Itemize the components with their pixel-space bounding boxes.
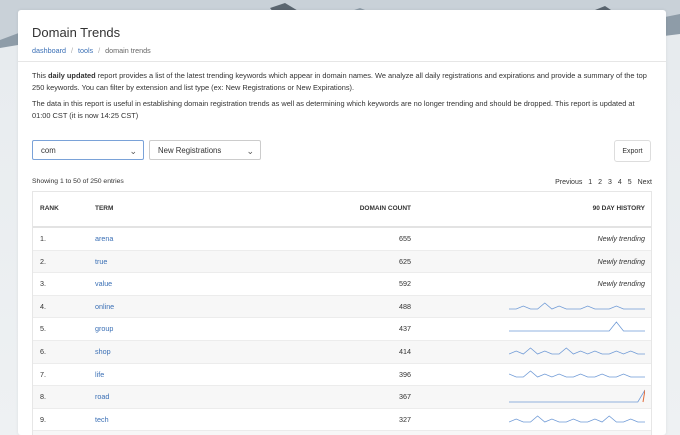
- header-rank[interactable]: RANK: [40, 205, 59, 212]
- domain-count-cell: 488: [399, 301, 411, 311]
- sparkline-path: [509, 302, 645, 310]
- entries-info: Showing 1 to 50 of 250 entries: [32, 178, 124, 185]
- pagination-page-1[interactable]: 1: [588, 179, 592, 186]
- intro-paragraph: This daily updated report provides a lis…: [32, 70, 652, 94]
- table-header: RANK TERM DOMAIN COUNT 90 DAY HISTORY: [33, 192, 651, 228]
- term-link[interactable]: life: [95, 370, 104, 379]
- pagination-page-2[interactable]: 2: [598, 179, 602, 186]
- breadcrumb-separator: /: [98, 46, 101, 55]
- breadcrumb-tools[interactable]: tools: [78, 46, 93, 55]
- chevron-down-icon: ⌄: [246, 146, 254, 156]
- table-row: 7. life 396: [33, 364, 651, 387]
- list-type-value: New Registrations: [158, 146, 222, 155]
- sparkline-path: [509, 370, 645, 378]
- history-sparkline: [509, 321, 645, 332]
- chevron-down-icon: ⌄: [129, 146, 137, 156]
- table-row: 9. tech 327: [33, 409, 651, 432]
- table-row: 8. road 367: [33, 386, 651, 409]
- intro-text: This: [32, 71, 49, 80]
- table-row: 1. arena 655 Newly trending: [33, 228, 651, 251]
- breadcrumb-separator: /: [70, 46, 73, 55]
- rank-cell: 4.: [40, 301, 46, 311]
- term-link[interactable]: value: [95, 279, 112, 288]
- divider: [18, 61, 666, 62]
- history-label: Newly trending: [597, 256, 645, 266]
- intro-text-rest: report provides a list of the latest tre…: [32, 71, 647, 92]
- rank-cell: 5.: [40, 324, 46, 334]
- table-row: 4. online 488: [33, 295, 651, 319]
- table-row: 3. value 592 Newly trending: [33, 273, 651, 296]
- term-link[interactable]: group: [95, 324, 113, 333]
- domain-count-cell: 625: [399, 256, 411, 266]
- info-paragraph: The data in this report is useful in est…: [32, 99, 635, 120]
- history-label: Newly trending: [597, 234, 645, 243]
- rank-cell: 7.: [40, 369, 46, 379]
- extension-value: com: [41, 146, 56, 155]
- term-link[interactable]: true: [95, 257, 107, 266]
- rank-cell: 6.: [40, 346, 46, 356]
- term-link[interactable]: arena: [95, 234, 113, 243]
- extension-select[interactable]: com ⌄: [32, 140, 144, 160]
- pagination: Previous 1 2 3 4 5 Next: [551, 179, 652, 186]
- rank-cell: 1.: [40, 234, 46, 243]
- domain-count-cell: 327: [399, 414, 411, 424]
- term-link[interactable]: online: [95, 302, 114, 311]
- rank-cell: 2.: [40, 256, 46, 266]
- table-row: 10.home315: [33, 431, 651, 435]
- domain-count-cell: 437: [399, 324, 411, 334]
- table-body: 1. arena 655 Newly trending 2. true 625 Newly t…: [33, 228, 651, 435]
- header-domain-count[interactable]: DOMAIN COUNT: [360, 205, 411, 212]
- term-link[interactable]: shop: [95, 347, 111, 356]
- export-button[interactable]: Export: [614, 140, 651, 162]
- table-row: 2. true 625 Newly trending: [33, 250, 651, 274]
- rank-cell: 3.: [40, 279, 46, 289]
- domain-count-cell: 396: [399, 369, 411, 379]
- sparkline-path: [509, 347, 645, 355]
- breadcrumb-current: domain trends: [105, 46, 151, 55]
- domain-count-cell: 414: [399, 346, 411, 356]
- history-sparkline: [509, 389, 645, 403]
- history-sparkline: [509, 415, 645, 423]
- rank-cell: 8.: [40, 392, 46, 402]
- term-link[interactable]: road: [95, 392, 109, 401]
- page-title: Domain Trends: [32, 25, 121, 40]
- term-link[interactable]: tech: [95, 415, 109, 424]
- history-sparkline: [509, 370, 645, 378]
- pagination-previous[interactable]: Previous: [555, 179, 582, 186]
- domain-count-cell: 592: [399, 279, 411, 289]
- list-type-select[interactable]: New Registrations ⌄: [149, 140, 261, 160]
- pagination-page-4[interactable]: 4: [618, 179, 622, 186]
- history-label: Newly trending: [597, 279, 645, 289]
- header-term[interactable]: TERM: [95, 205, 113, 212]
- history-sparkline: [509, 347, 645, 355]
- breadcrumb: dashboard / tools / domain trends: [32, 46, 151, 55]
- trends-table: RANK TERM DOMAIN COUNT 90 DAY HISTORY 1.…: [32, 191, 652, 435]
- header-history[interactable]: 90 DAY HISTORY: [593, 205, 645, 212]
- sparkline-path: [509, 415, 645, 423]
- intro-bold: daily updated: [48, 71, 96, 80]
- breadcrumb-dashboard[interactable]: dashboard: [32, 46, 66, 55]
- sparkline-path: [509, 321, 645, 332]
- sparkline-path: [509, 389, 645, 403]
- pagination-page-3[interactable]: 3: [608, 179, 612, 186]
- domain-count-cell: 367: [399, 392, 411, 402]
- pagination-next[interactable]: Next: [638, 179, 652, 186]
- pagination-page-5[interactable]: 5: [628, 179, 632, 186]
- table-row: 5. group 437: [33, 318, 651, 341]
- report-card: Domain Trends dashboard / tools / domain tre…: [18, 10, 666, 435]
- history-sparkline: [509, 302, 645, 310]
- rank-cell: 9.: [40, 414, 46, 424]
- domain-count-cell: 655: [399, 234, 411, 243]
- table-row: 6. shop 414: [33, 340, 651, 364]
